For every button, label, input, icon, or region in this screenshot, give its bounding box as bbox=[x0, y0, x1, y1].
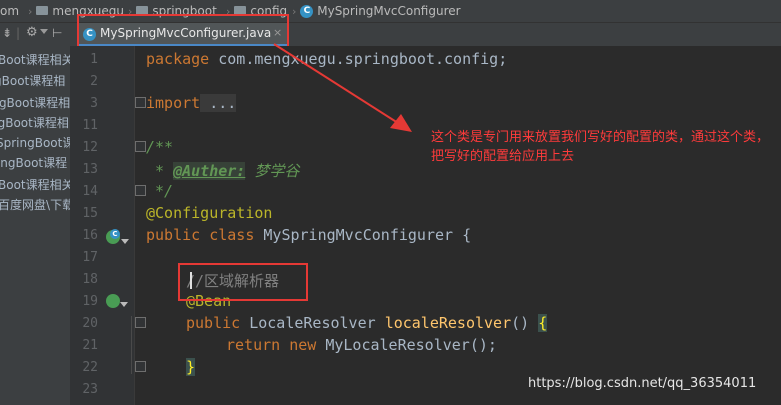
chevron-down-icon[interactable] bbox=[40, 29, 48, 34]
fold-guide bbox=[131, 316, 132, 374]
code-line-doc-author: * @Auther: 梦学谷 bbox=[146, 162, 300, 180]
line-number: 16 bbox=[82, 228, 98, 243]
line-number: 15 bbox=[82, 206, 98, 221]
chevron-down-icon[interactable] bbox=[121, 239, 129, 244]
gear-icon[interactable]: ⚙ bbox=[26, 25, 38, 40]
project-item[interactable]: Boot课程相关 bbox=[0, 51, 70, 68]
code-line-doc-start: /** bbox=[146, 138, 174, 156]
line-number: 18 bbox=[82, 272, 98, 287]
line-number: 11 bbox=[82, 118, 98, 133]
project-item[interactable]: SpringBoot课 bbox=[0, 134, 70, 151]
breadcrumb-item-root[interactable]: om bbox=[0, 3, 19, 19]
line-number: 19 bbox=[82, 294, 98, 309]
line-number: 2 bbox=[90, 74, 98, 89]
fold-collapse-icon[interactable] bbox=[135, 317, 146, 328]
line-number: 17 bbox=[82, 250, 98, 265]
line-number: 14 bbox=[82, 184, 98, 199]
project-item[interactable]: ingBoot课程相 bbox=[0, 94, 70, 111]
line-number: 21 bbox=[82, 338, 98, 353]
chevron-right-icon: › bbox=[292, 5, 297, 18]
code-line-method-decl: public LocaleResolver localeResolver() { bbox=[186, 314, 548, 332]
line-number: 12 bbox=[82, 140, 98, 155]
code-line-import: import ... bbox=[146, 94, 237, 112]
project-panel: Boot课程相关 gBoot课程相 ingBoot课程相 ngBoot课程相 S… bbox=[0, 46, 70, 405]
line-number: 1 bbox=[90, 52, 98, 67]
hide-icon[interactable]: ⊢ bbox=[52, 26, 62, 40]
watermark: https://blog.csdn.net/qq_36354011 bbox=[528, 376, 757, 391]
project-item[interactable]: ringBoot课程 bbox=[0, 154, 67, 171]
code-line-configuration: @Configuration bbox=[146, 204, 273, 222]
comment-highlight-box bbox=[178, 263, 308, 301]
line-number: 22 bbox=[82, 360, 98, 375]
fold-end-icon[interactable] bbox=[135, 185, 146, 196]
project-item[interactable]: Boot课程相关 bbox=[0, 176, 70, 193]
code-line-return: return new MyLocaleResolver(); bbox=[226, 336, 497, 354]
line-number: 23 bbox=[82, 382, 98, 397]
code-line-doc-end: */ bbox=[146, 182, 174, 200]
fold-collapse-icon[interactable] bbox=[135, 141, 146, 152]
toolbar-separator: | bbox=[16, 26, 21, 40]
project-item[interactable]: ngBoot课程相 bbox=[0, 114, 69, 131]
project-item[interactable]: \百度网盘\下载 bbox=[0, 196, 70, 213]
project-item[interactable]: gBoot课程相 bbox=[0, 72, 65, 89]
class-icon: C bbox=[110, 229, 120, 239]
chevron-down-icon[interactable] bbox=[120, 302, 128, 307]
class-icon: C bbox=[300, 5, 314, 18]
spring-bean-icon[interactable] bbox=[106, 294, 120, 308]
line-number: 20 bbox=[82, 316, 98, 331]
code-line-close-brace: } bbox=[186, 358, 196, 376]
folder-icon bbox=[36, 6, 49, 15]
line-number: 13 bbox=[82, 162, 98, 177]
line-number: 3 bbox=[90, 96, 98, 111]
annotation-arrow bbox=[273, 43, 412, 132]
split-icon[interactable]: ⇟ bbox=[2, 26, 12, 40]
fold-expand-icon[interactable] bbox=[135, 97, 146, 108]
breadcrumb-item-class[interactable]: › C MySpringMvcConfigurer bbox=[288, 3, 461, 19]
code-line-class-decl: public class MySpringMvcConfigurer { bbox=[146, 226, 472, 244]
fold-end-icon[interactable] bbox=[135, 361, 146, 372]
chevron-right-icon: › bbox=[28, 5, 33, 18]
annotation-note: 这个类是专门用来放置我们写好的配置的类，通过这个类，把写好的配置给应用上去 bbox=[431, 130, 770, 164]
